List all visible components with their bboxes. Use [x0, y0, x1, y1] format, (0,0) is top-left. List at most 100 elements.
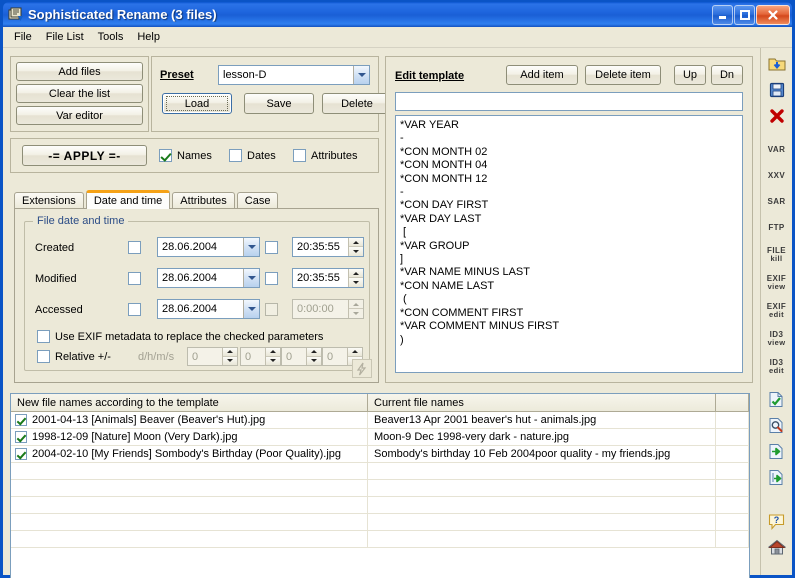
modified-time-stepper[interactable]	[348, 269, 363, 287]
menu-tools[interactable]: Tools	[91, 29, 131, 45]
attributes-checkbox[interactable]	[293, 149, 306, 162]
home-icon[interactable]	[763, 535, 791, 559]
cell-new-name[interactable]: 2001-04-13 [Animals] Beaver (Beaver's Hu…	[11, 412, 368, 428]
dates-checkbox-row[interactable]: Dates	[229, 149, 276, 162]
relative-checkbox[interactable]	[37, 350, 50, 363]
tab-attributes[interactable]: Attributes	[172, 192, 235, 209]
cell-new-name[interactable]: 1998-12-09 [Nature] Moon (Very Dark).jpg	[11, 429, 368, 445]
row-checkbox[interactable]	[15, 431, 27, 443]
relative-days-arrows[interactable]	[222, 348, 237, 365]
ftp-button[interactable]: FTP	[763, 216, 791, 240]
cell-extra[interactable]	[716, 463, 749, 479]
cell-current-name[interactable]: Sombody's birthday 10 Feb 2004poor quali…	[368, 446, 716, 462]
accessed-date-checkbox[interactable]	[128, 303, 141, 316]
cell-current-name[interactable]	[368, 480, 716, 496]
modified-date-combo[interactable]: 28.06.2004	[157, 268, 260, 288]
preset-combo[interactable]: lesson-D	[218, 65, 370, 85]
template-line[interactable]: *VAR YEAR	[400, 119, 738, 132]
maximize-button[interactable]	[734, 4, 755, 25]
add-files-button[interactable]: Add files	[16, 62, 143, 81]
table-row-empty[interactable]	[11, 531, 749, 548]
cell-current-name[interactable]	[368, 463, 716, 479]
template-line[interactable]: *CON MONTH 02	[400, 146, 738, 159]
help-question-icon[interactable]: ?	[763, 509, 791, 533]
names-checkbox-row[interactable]: Names	[159, 149, 212, 162]
preset-save-button[interactable]: Save	[244, 93, 314, 114]
column-header-current-names[interactable]: Current file names	[368, 394, 716, 411]
move-up-button[interactable]: Up	[674, 65, 706, 85]
tab-date-and-time[interactable]: Date and time	[85, 190, 171, 209]
lightning-icon-button[interactable]	[352, 359, 372, 378]
template-line[interactable]: *CON DAY FIRST	[400, 199, 738, 212]
column-header-new-names[interactable]: New file names according to the template	[11, 394, 368, 411]
use-exif-metadata-checkbox[interactable]	[37, 330, 50, 343]
template-line[interactable]: *CON NAME LAST	[400, 280, 738, 293]
template-line[interactable]: *VAR NAME MINUS LAST	[400, 266, 738, 279]
red-x-icon[interactable]	[763, 104, 791, 128]
cell-new-name[interactable]	[11, 497, 368, 513]
cell-extra[interactable]	[716, 531, 749, 547]
delete-item-button[interactable]: Delete item	[585, 65, 661, 85]
preview-page-icon[interactable]	[763, 413, 791, 437]
var-editor-button[interactable]: Var editor	[16, 106, 143, 125]
xxv-button[interactable]: XXV	[763, 164, 791, 188]
template-line[interactable]: -	[400, 132, 738, 145]
relative-minutes-arrows[interactable]	[306, 348, 321, 365]
table-row[interactable]: 1998-12-09 [Nature] Moon (Very Dark).jpg…	[11, 429, 749, 446]
table-row-empty[interactable]	[11, 514, 749, 531]
cell-new-name[interactable]	[11, 463, 368, 479]
clear-the-list-button[interactable]: Clear the list	[16, 84, 143, 103]
modified-time-spinner[interactable]: 20:35:55	[292, 268, 364, 288]
tab-case[interactable]: Case	[236, 192, 279, 209]
menu-file-list[interactable]: File List	[39, 29, 91, 45]
modified-time-checkbox[interactable]	[265, 272, 278, 285]
exif-edit-button[interactable]: EXIF edit	[763, 298, 791, 324]
menu-file[interactable]: File	[7, 29, 39, 45]
chevron-down-icon[interactable]	[243, 269, 259, 287]
template-line[interactable]: *CON MONTH 04	[400, 159, 738, 172]
apply-page-icon[interactable]	[763, 387, 791, 411]
table-row-empty[interactable]	[11, 497, 749, 514]
cell-extra[interactable]	[716, 514, 749, 530]
relative-hours-stepper[interactable]: 0	[240, 347, 281, 366]
template-line[interactable]: *VAR GROUP	[400, 240, 738, 253]
preset-load-button[interactable]: Load	[162, 93, 232, 114]
table-row-empty[interactable]	[11, 463, 749, 480]
cell-extra[interactable]	[716, 480, 749, 496]
relative-minutes-stepper[interactable]: 0	[281, 347, 322, 366]
add-item-button[interactable]: Add item	[506, 65, 578, 85]
cell-current-name[interactable]	[368, 531, 716, 547]
cell-new-name[interactable]: 2004-02-10 [My Friends] Sombody's Birthd…	[11, 446, 368, 462]
template-line[interactable]: -	[400, 186, 738, 199]
chevron-down-icon[interactable]	[243, 300, 259, 318]
template-line[interactable]: *CON MONTH 12	[400, 173, 738, 186]
relative-hours-arrows[interactable]	[265, 348, 280, 365]
file-list[interactable]: New file names according to the template…	[10, 393, 750, 578]
chevron-down-icon[interactable]	[353, 66, 369, 84]
created-time-spinner[interactable]: 20:35:55	[292, 237, 364, 257]
modified-date-checkbox[interactable]	[128, 272, 141, 285]
file-kill-button[interactable]: FILE kill	[763, 242, 791, 268]
tab-extensions[interactable]: Extensions	[14, 192, 84, 209]
template-line[interactable]: ]	[400, 253, 738, 266]
cell-new-name[interactable]	[11, 531, 368, 547]
move-down-button[interactable]: Dn	[711, 65, 743, 85]
cell-current-name[interactable]	[368, 514, 716, 530]
var-button[interactable]: VAR	[763, 138, 791, 162]
sar-button[interactable]: SAR	[763, 190, 791, 214]
use-exif-metadata-row[interactable]: Use EXIF metadata to replace the checked…	[37, 330, 323, 343]
open-folder-icon[interactable]	[763, 52, 791, 76]
table-row[interactable]: 2004-02-10 [My Friends] Sombody's Birthd…	[11, 446, 749, 463]
id3-edit-button[interactable]: ID3 edit	[763, 354, 791, 380]
relative-days-stepper[interactable]: 0	[187, 347, 238, 366]
template-line[interactable]: [	[400, 226, 738, 239]
table-row[interactable]: 2001-04-13 [Animals] Beaver (Beaver's Hu…	[11, 412, 749, 429]
chevron-down-icon[interactable]	[243, 238, 259, 256]
row-checkbox[interactable]	[15, 448, 27, 460]
created-date-combo[interactable]: 28.06.2004	[157, 237, 260, 257]
cell-current-name[interactable]: Moon-9 Dec 1998-very dark - nature.jpg	[368, 429, 716, 445]
accessed-date-combo[interactable]: 28.06.2004	[157, 299, 260, 319]
template-line[interactable]: *CON COMMENT FIRST	[400, 307, 738, 320]
created-date-checkbox[interactable]	[128, 241, 141, 254]
created-time-stepper[interactable]	[348, 238, 363, 256]
